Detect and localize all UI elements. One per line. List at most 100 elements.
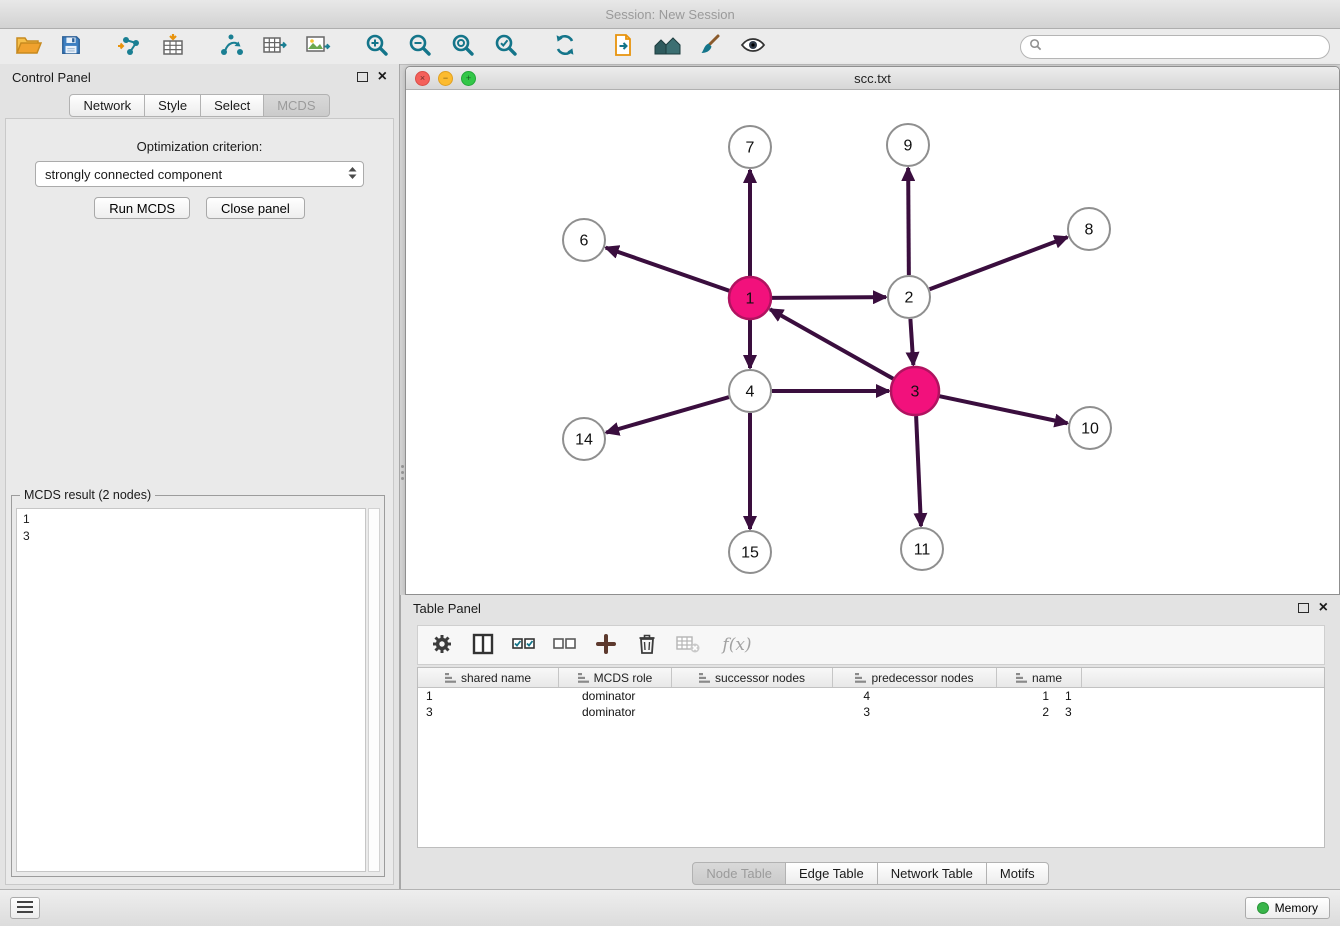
import-network-button[interactable] [112,32,148,62]
save-session-button[interactable] [53,32,89,62]
result-scrollbar[interactable] [368,508,380,872]
column-header-predecessor-nodes[interactable]: predecessor nodes [833,668,997,687]
graph-node-4[interactable]: 4 [729,370,771,412]
table-row[interactable]: 3dominator323 [418,704,1324,720]
graph-node-15[interactable]: 15 [729,531,771,573]
table-settings-button[interactable] [428,630,456,660]
close-panel-icon[interactable]: × [378,70,387,84]
minimize-window-icon[interactable]: − [438,71,453,86]
function-builder-button: f(x) [715,630,759,660]
import-table-button[interactable] [155,32,191,62]
sort-icon [1016,673,1027,683]
tab-select[interactable]: Select [200,94,264,117]
control-panel: Control Panel × NetworkStyleSelectMCDS O… [0,64,400,890]
graph-node-11[interactable]: 11 [901,528,943,570]
graph-node-7[interactable]: 7 [729,126,771,168]
close-panel-button[interactable]: Close panel [206,197,305,219]
graph-node-8[interactable]: 8 [1068,208,1110,250]
column-header-shared-name[interactable]: shared name [418,668,559,687]
add-column-button[interactable] [592,630,620,660]
zoom-out-icon [408,33,432,60]
control-panel-tabs: NetworkStyleSelectMCDS [0,90,399,117]
svg-text:3: 3 [911,384,920,401]
graph-node-6[interactable]: 6 [563,219,605,261]
graph-node-10[interactable]: 10 [1069,407,1111,449]
select-all-icon [512,636,536,655]
tab-mcds[interactable]: MCDS [263,94,329,117]
zoom-fit-button[interactable] [445,32,481,62]
tab-node-table[interactable]: Node Table [692,862,786,885]
zoom-selected-icon [494,33,518,60]
zoom-in-button[interactable] [359,32,395,62]
tab-network[interactable]: Network [69,94,145,117]
apply-style-button[interactable] [692,32,728,62]
select-all-button[interactable] [510,630,538,660]
column-header-name[interactable]: name [997,668,1082,687]
graph-node-1[interactable]: 1 [729,277,771,319]
export-image-button[interactable] [300,32,336,62]
network-window-titlebar[interactable]: × − + scc.txt [406,67,1339,90]
import-table-icon [160,33,186,60]
zoom-out-button[interactable] [402,32,438,62]
zoom-window-icon[interactable]: + [461,71,476,86]
sort-icon [578,673,589,683]
table-cell: 1 [1057,688,1157,704]
memory-button[interactable]: Memory [1245,897,1330,919]
graph-node-2[interactable]: 2 [888,276,930,318]
table-cell: 3 [1057,704,1157,720]
graph-edge-1-2[interactable] [772,297,886,298]
graph-edge-3-11[interactable] [916,416,921,526]
graph-edge-2-8[interactable] [930,237,1068,289]
network-canvas[interactable]: 7 9 6 8 1 2 4 3 14 10 15 11 [406,90,1339,594]
run-mcds-button[interactable]: Run MCDS [94,197,190,219]
float-panel-icon[interactable] [357,72,368,82]
import-network-icon [117,33,143,60]
refresh-view-button[interactable] [547,32,583,62]
export-table-button[interactable] [257,32,293,62]
graph-edge-3-1[interactable] [770,309,893,378]
clear-selection-button[interactable] [551,630,579,660]
table-panel: Table Panel × f(x) shared nameMCDS roles… [400,595,1340,890]
search-input[interactable] [1048,38,1321,55]
show-columns-button[interactable] [469,630,497,660]
zoom-fit-icon [451,33,475,60]
control-panel-header: Control Panel × [0,64,399,90]
graph-edge-1-6[interactable] [606,248,730,291]
graph-edge-2-9[interactable] [908,168,909,275]
table-panel-tabs: Node TableEdge TableNetwork TableMotifs [401,862,1340,885]
sort-icon [855,673,866,683]
tab-style[interactable]: Style [144,94,201,117]
table-row[interactable]: 1dominator411 [418,688,1324,704]
column-header-successor-nodes[interactable]: successor nodes [672,668,833,687]
float-table-panel-icon[interactable] [1298,603,1309,613]
open-session-button[interactable] [10,32,46,62]
svg-text:4: 4 [746,384,755,401]
column-header-MCDS-role[interactable]: MCDS role [559,668,672,687]
close-table-panel-icon[interactable]: × [1319,601,1328,615]
graph-node-9[interactable]: 9 [887,124,929,166]
close-window-icon[interactable]: × [415,71,430,86]
svg-text:11: 11 [914,542,931,559]
delete-column-button[interactable] [633,630,661,660]
show-graphics-button[interactable] [735,32,771,62]
svg-text:7: 7 [746,140,755,157]
svg-text:10: 10 [1081,421,1099,438]
graph-node-3[interactable]: 3 [891,367,939,415]
new-network-button[interactable] [214,32,250,62]
graph-edge-3-10[interactable] [939,396,1067,423]
show-panels-button[interactable] [10,897,40,919]
memory-indicator-icon [1257,902,1269,914]
criterion-dropdown[interactable]: strongly connected component [35,161,364,187]
graph-edge-2-3[interactable] [910,319,913,365]
tab-motifs[interactable]: Motifs [986,862,1049,885]
tab-network-table[interactable]: Network Table [877,862,987,885]
network-window: × − + scc.txt 7 9 6 8 1 2 4 3 14 10 15 11 [405,66,1340,595]
clone-network-button[interactable] [606,32,642,62]
graph-edge-4-14[interactable] [606,397,729,433]
tab-edge-table[interactable]: Edge Table [785,862,878,885]
zoom-selected-button[interactable] [488,32,524,62]
graph-node-14[interactable]: 14 [563,418,605,460]
network-home-button[interactable] [649,32,685,62]
delete-table-button [674,630,702,660]
svg-text:9: 9 [904,138,913,155]
